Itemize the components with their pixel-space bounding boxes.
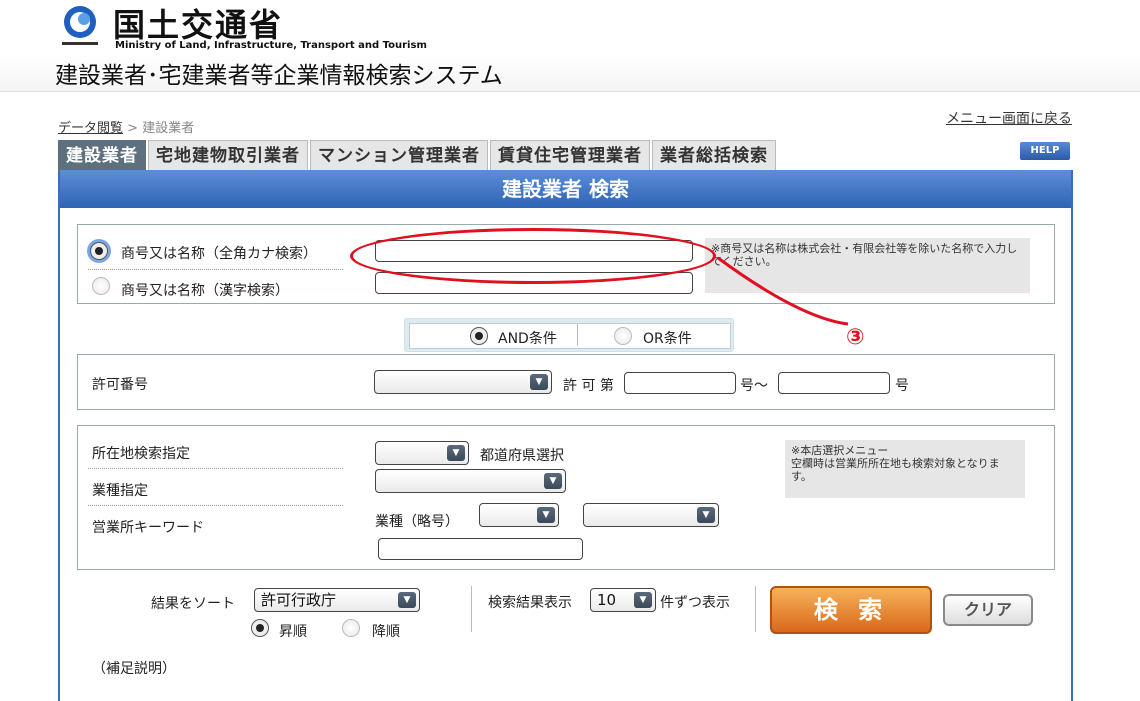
panel-title: 建設業者 検索 xyxy=(60,170,1071,208)
chevron-down-icon: ▼ xyxy=(398,592,416,608)
label-asc: 昇順 xyxy=(279,624,307,640)
divider xyxy=(88,269,343,270)
annotation-arrow xyxy=(717,256,849,326)
display-label: 検索結果表示 xyxy=(488,595,572,611)
chevron-down-icon: ▼ xyxy=(634,592,652,608)
location-note: ※本店選択メニュー 空欄時は営業所所在地も検索対象となります。 xyxy=(785,440,1025,498)
clear-button[interactable]: クリア xyxy=(943,594,1033,626)
chevron-down-icon: ▼ xyxy=(537,507,555,523)
sort-select[interactable]: 許可行政庁 ▼ xyxy=(254,588,420,612)
breadcrumb-separator: > xyxy=(127,121,139,136)
site-header: 国土交通省 Ministry of Land, Infrastructure, … xyxy=(0,0,1140,92)
system-title: 建設業者･宅建業者等企業情報検索システム xyxy=(55,63,503,89)
location-label: 所在地検索指定 xyxy=(92,446,190,462)
industry-select-1[interactable]: ▼ xyxy=(479,503,559,527)
label-desc: 降順 xyxy=(372,624,400,640)
location-select[interactable]: ▼ xyxy=(375,441,469,465)
label-and: AND条件 xyxy=(498,331,557,347)
radio-kanji-search[interactable] xyxy=(92,277,110,295)
label-kana-search: 商号又は名称（全角カナ検索） xyxy=(121,246,317,262)
display-suffix: 件ずつ表示 xyxy=(660,595,730,611)
prefecture-label: 都道府県選択 xyxy=(480,448,564,464)
permit-dai-label: 許 可 第 xyxy=(563,378,614,394)
permit-number-to-input[interactable] xyxy=(778,372,890,394)
breadcrumb-current: 建設業者 xyxy=(142,121,195,136)
industry-abbr-label: 業種（略号） xyxy=(375,514,459,530)
permit-label: 許可番号 xyxy=(92,377,148,393)
chevron-down-icon: ▼ xyxy=(447,445,465,461)
tab-rental-management[interactable]: 賃貸住宅管理業者 xyxy=(490,140,650,170)
ministry-name-en: Ministry of Land, Infrastructure, Transp… xyxy=(115,40,427,51)
industry-select-2[interactable]: ▼ xyxy=(583,503,719,527)
label-kanji-search: 商号又は名称（漢字検索） xyxy=(121,283,289,299)
prefecture-select[interactable]: ▼ xyxy=(375,469,566,493)
radio-or-condition[interactable] xyxy=(614,327,632,345)
radio-sort-desc[interactable] xyxy=(342,619,360,637)
page: 国土交通省 Ministry of Land, Infrastructure, … xyxy=(0,0,1140,701)
chevron-down-icon: ▼ xyxy=(530,374,548,390)
annotation-marker: ③ xyxy=(846,325,865,350)
chevron-down-icon: ▼ xyxy=(697,507,715,523)
breadcrumb-data-link[interactable]: データ閲覧 xyxy=(58,121,123,136)
help-button[interactable]: HELP xyxy=(1020,142,1070,160)
tab-general-search[interactable]: 業者総括検索 xyxy=(652,140,776,170)
back-to-menu-link[interactable]: メニュー画面に戻る xyxy=(946,108,1072,128)
display-count-value: 10 xyxy=(597,591,617,609)
permit-range-label: 号～ xyxy=(740,378,768,394)
radio-sort-asc[interactable] xyxy=(251,619,269,637)
tab-condo-management[interactable]: マンション管理業者 xyxy=(310,140,488,170)
supplement-title: （補足説明） xyxy=(92,661,176,677)
office-keyword-input[interactable] xyxy=(378,538,583,560)
search-button[interactable]: 検 索 xyxy=(770,586,932,634)
radio-and-condition[interactable] xyxy=(470,327,488,345)
chevron-down-icon: ▼ xyxy=(544,473,562,489)
display-count-select[interactable]: 10 ▼ xyxy=(590,588,656,612)
category-tabs: 建設業者 宅地建物取引業者 マンション管理業者 賃貸住宅管理業者 業者総括検索 xyxy=(58,140,778,170)
tab-construction[interactable]: 建設業者 xyxy=(58,140,146,170)
industry-label: 業種指定 xyxy=(92,483,148,499)
mlit-logo-icon xyxy=(62,6,98,45)
sort-label: 結果をソート xyxy=(151,596,235,612)
permit-authority-select[interactable]: ▼ xyxy=(374,370,552,394)
keyword-label: 営業所キーワード xyxy=(92,520,204,536)
annotation-ellipse xyxy=(350,228,716,284)
permit-number-from-input[interactable] xyxy=(624,372,736,394)
breadcrumb: データ閲覧 > 建設業者 xyxy=(58,117,194,136)
tab-realestate[interactable]: 宅地建物取引業者 xyxy=(148,140,308,170)
label-or: OR条件 xyxy=(643,331,692,347)
radio-kana-search[interactable] xyxy=(90,242,108,260)
sort-value: 許可行政庁 xyxy=(261,591,337,609)
permit-go-label: 号 xyxy=(895,378,909,394)
